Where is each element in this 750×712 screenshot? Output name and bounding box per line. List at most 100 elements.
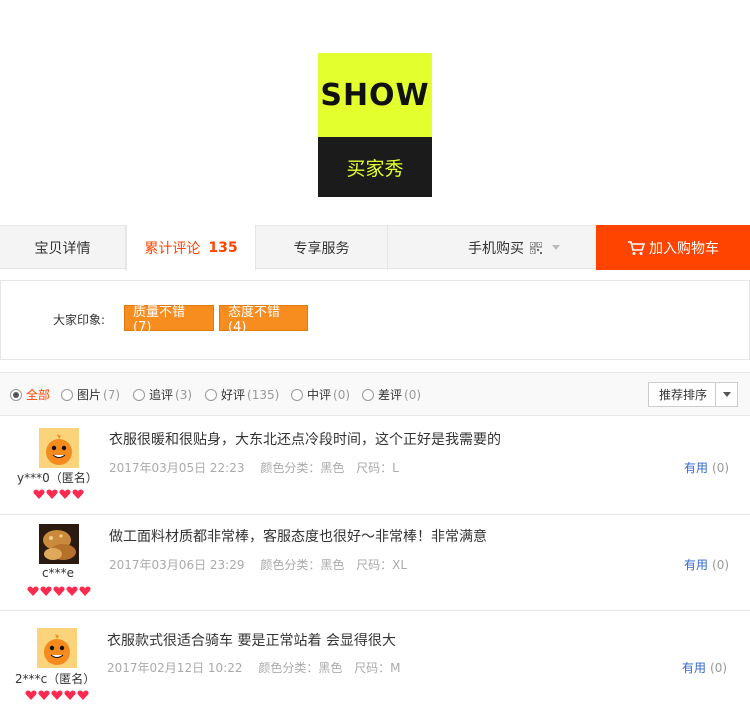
review-meta: 2017年03月05日 22:23 颜色分类：黑色 尺码：L xyxy=(109,459,407,476)
filter-bar: 全部 图片 (7) 追评 (3) 好评 (135) 中评 (0) 差评 (0) … xyxy=(0,372,750,416)
red-heart-icon xyxy=(27,586,39,596)
review-date: 2017年03月05日 22:23 xyxy=(109,461,245,475)
show-logo-bottom: 买家秀 xyxy=(318,137,432,197)
review-item: y***0（匿名） 衣服很暖和很贴身，大东北还点冷段时间，这个正好是我需要的 2… xyxy=(0,417,750,515)
show-logo-top: SHOW xyxy=(318,53,432,137)
show-logo-text: SHOW xyxy=(320,77,430,113)
red-heart-icon xyxy=(53,586,65,596)
review-meta: 2017年02月12日 10:22 颜色分类：黑色 尺码：M xyxy=(107,659,409,676)
radio-icon[interactable] xyxy=(362,388,374,401)
impression-tag-quality[interactable]: 质量不错 (7) xyxy=(124,305,214,335)
useful-count: (0) xyxy=(712,461,730,475)
filter-all[interactable]: 全部 xyxy=(10,386,50,403)
useful-link[interactable]: 有用 xyxy=(684,558,708,572)
review-item: c***e 做工面料材质都非常棒，客服态度也很好～非常棒！非常满意 2017年0… xyxy=(0,515,750,611)
filter-label: 好评 xyxy=(221,388,246,402)
useful-count: (0) xyxy=(712,558,730,572)
filter-label: 差评 xyxy=(378,388,403,402)
useful-link[interactable]: 有用 xyxy=(684,461,708,475)
red-heart-icon xyxy=(40,586,52,596)
show-logo: SHOW 买家秀 xyxy=(318,53,432,197)
radio-icon[interactable] xyxy=(291,388,303,401)
tab-bar: 宝贝详情 累计评论 135 专享服务 手机购买 加入购物车 xyxy=(0,225,750,271)
review-content: 做工面料材质都非常棒，客服态度也很好～非常棒！非常满意 xyxy=(109,529,487,545)
radio-icon[interactable] xyxy=(61,388,73,401)
red-heart-icon xyxy=(59,489,71,499)
filter-count: (0) xyxy=(333,387,351,402)
mobile-buy-button[interactable]: 手机购买 xyxy=(468,226,560,269)
filter-label: 中评 xyxy=(307,388,332,402)
filter-label: 追评 xyxy=(149,388,174,402)
useful-button[interactable]: 有用 (0) xyxy=(684,556,729,573)
avatar xyxy=(39,524,79,564)
useful-count: (0) xyxy=(710,661,728,675)
review-date: 2017年02月12日 10:22 xyxy=(107,661,243,675)
tab-item-details[interactable]: 宝贝详情 xyxy=(0,225,126,270)
mobile-buy-label: 手机购买 xyxy=(468,240,524,257)
filter-followup[interactable]: 追评 (3) xyxy=(133,386,192,403)
red-heart-icon xyxy=(79,586,91,596)
red-heart-icon xyxy=(66,586,78,596)
red-heart-icon xyxy=(46,489,58,499)
buyer-show-text: 买家秀 xyxy=(346,157,404,180)
radio-icon[interactable] xyxy=(205,388,217,401)
filter-count: (0) xyxy=(404,387,422,402)
filter-positive[interactable]: 好评 (135) xyxy=(205,386,279,403)
credit-hearts xyxy=(27,586,91,596)
impression-tag-attitude[interactable]: 态度不错 (4) xyxy=(219,305,308,335)
reviewer-name: 2***c（匿名） xyxy=(15,672,96,686)
useful-link[interactable]: 有用 xyxy=(682,661,706,675)
review-date: 2017年03月06日 23:29 xyxy=(109,558,245,572)
tab-reviews[interactable]: 累计评论 135 xyxy=(126,225,256,271)
sort-select[interactable]: 推荐排序 xyxy=(648,382,738,407)
cart-icon xyxy=(628,240,645,255)
red-heart-icon xyxy=(77,690,89,700)
cart-button-label: 加入购物车 xyxy=(649,240,719,257)
chevron-down-icon xyxy=(722,392,731,397)
filter-count: (7) xyxy=(103,387,121,402)
reviewer-name: c***e xyxy=(42,566,74,580)
review-meta: 2017年03月06日 23:29 颜色分类：黑色 尺码：XL xyxy=(109,556,415,573)
useful-button[interactable]: 有用 (0) xyxy=(684,459,729,476)
avatar xyxy=(37,628,77,668)
red-heart-icon xyxy=(25,690,37,700)
sku-size: 尺码：XL xyxy=(356,558,408,572)
filter-neutral[interactable]: 中评 (0) xyxy=(291,386,350,403)
tab-label: 累计评论 xyxy=(144,240,201,257)
qr-code-icon xyxy=(530,241,542,254)
credit-hearts xyxy=(33,489,84,499)
tab-label: 专享服务 xyxy=(293,240,350,257)
tab-label: 宝贝详情 xyxy=(34,240,91,257)
radio-icon[interactable] xyxy=(10,388,22,401)
review-item: 2***c（匿名） 衣服款式很适合骑车 要是正常站着 会显得很大 2017年02… xyxy=(0,611,750,712)
sku-size: 尺码：M xyxy=(354,661,401,675)
tab-exclusive-service[interactable]: 专享服务 xyxy=(256,225,388,270)
review-count: 135 xyxy=(208,239,238,256)
filter-label: 全部 xyxy=(26,388,51,402)
red-heart-icon xyxy=(51,690,63,700)
filter-count: (135) xyxy=(247,387,280,402)
sku-size: 尺码：L xyxy=(356,461,399,475)
review-content: 衣服款式很适合骑车 要是正常站着 会显得很大 xyxy=(107,633,396,649)
credit-hearts xyxy=(25,690,89,700)
red-heart-icon xyxy=(38,690,50,700)
review-content: 衣服很暖和很贴身，大东北还点冷段时间，这个正好是我需要的 xyxy=(109,432,501,448)
impressions-panel: 大家印象: 质量不错 (7) 态度不错 (4) xyxy=(0,280,750,360)
filter-label: 图片 xyxy=(77,388,102,402)
sort-dropdown-arrow[interactable] xyxy=(715,383,737,406)
reviewer-name: y***0（匿名） xyxy=(17,471,98,485)
radio-icon[interactable] xyxy=(133,388,145,401)
impressions-label: 大家印象: xyxy=(53,313,106,327)
sku-color: 颜色分类：黑色 xyxy=(260,461,345,475)
filter-count: (3) xyxy=(175,387,193,402)
sort-label: 推荐排序 xyxy=(659,388,708,402)
sku-color: 颜色分类：黑色 xyxy=(258,661,343,675)
red-heart-icon xyxy=(72,489,84,499)
avatar xyxy=(39,428,79,468)
sku-color: 颜色分类：黑色 xyxy=(260,558,345,572)
filter-images[interactable]: 图片 (7) xyxy=(61,386,120,403)
useful-button[interactable]: 有用 (0) xyxy=(682,659,727,676)
add-to-cart-button[interactable]: 加入购物车 xyxy=(596,225,750,270)
filter-negative[interactable]: 差评 (0) xyxy=(362,386,421,403)
red-heart-icon xyxy=(64,690,76,700)
